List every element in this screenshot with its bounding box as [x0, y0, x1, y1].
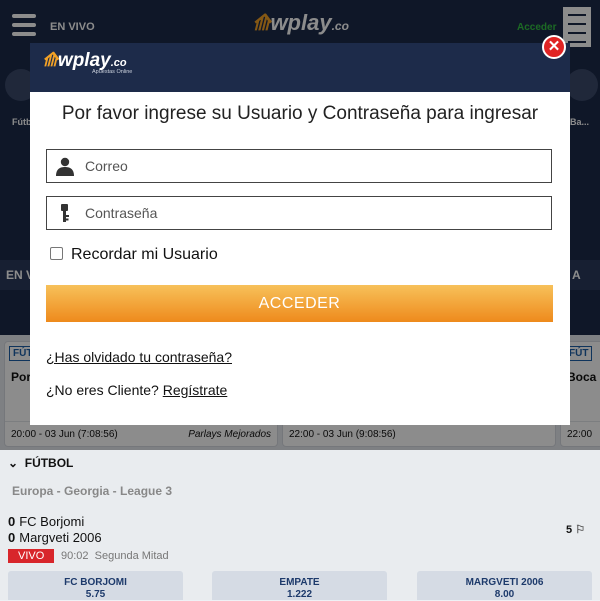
odd-button-draw[interactable]: EMPATE 1.222: [212, 571, 387, 600]
league-name: Europa - Georgia - League 3: [12, 484, 173, 498]
login-submit-button[interactable]: ACCEDER: [46, 285, 553, 322]
home-team: FC Borjomi: [19, 514, 85, 529]
password-input[interactable]: [85, 203, 525, 223]
chevron-down-icon: ⌄: [8, 456, 19, 470]
match-clock: 90:02 Segunda Mitad: [61, 550, 169, 562]
register-row: ¿No eres Cliente? Regístrate: [46, 382, 227, 398]
modal-tagline: Apuestas Online: [92, 69, 133, 75]
key-icon: [61, 204, 69, 222]
register-link[interactable]: Regístrate: [163, 382, 228, 398]
user-icon: [56, 157, 74, 176]
away-score: 0: [8, 530, 16, 545]
stats-count[interactable]: 5 ⚐: [566, 523, 585, 536]
section-header[interactable]: ⌄ FÚTBOL: [8, 456, 73, 470]
remember-row[interactable]: Recordar mi Usuario: [50, 246, 218, 264]
home-score: 0: [8, 514, 16, 529]
email-input[interactable]: [85, 156, 525, 176]
remember-checkbox[interactable]: [50, 247, 63, 260]
odd-button-away[interactable]: MARGVETI 2006 8.00: [417, 571, 592, 600]
no-client-text: ¿No eres Cliente?: [46, 382, 159, 398]
stats-flag-icon: ⚐: [575, 524, 586, 536]
forgot-password-link[interactable]: ¿Has olvidado tu contraseña?: [46, 349, 232, 365]
away-team: Margveti 2006: [19, 530, 102, 545]
modal-header: ⟰wplay.co Apuestas Online: [30, 43, 570, 92]
login-modal: ⟰wplay.co Apuestas Online ✕ Por favor in…: [30, 35, 570, 425]
odd-button-home[interactable]: FC BORJOMI 5.75: [8, 571, 183, 600]
modal-title: Por favor ingrese su Usuario y Contraseñ…: [61, 103, 539, 124]
section-title: FÚTBOL: [24, 456, 74, 470]
home-team-row[interactable]: 0 FC Borjomi: [8, 514, 84, 529]
live-badge: VIVO: [8, 549, 55, 563]
away-team-row[interactable]: 0 Margveti 2006: [8, 530, 102, 545]
email-field[interactable]: [46, 149, 552, 183]
password-field[interactable]: [46, 196, 552, 230]
remember-label: Recordar mi Usuario: [71, 246, 218, 263]
close-icon[interactable]: ✕: [542, 35, 566, 59]
